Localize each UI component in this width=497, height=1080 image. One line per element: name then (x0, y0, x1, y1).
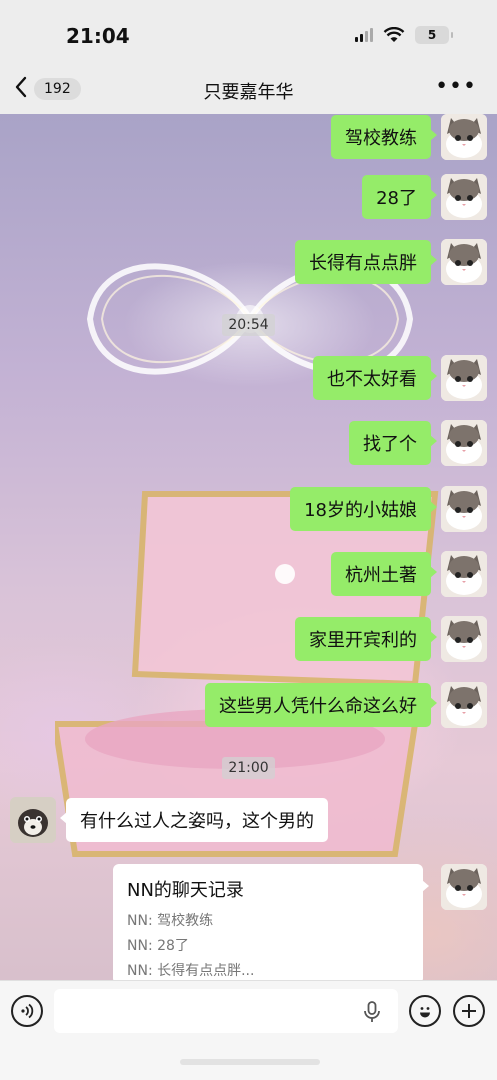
cat-avatar-icon[interactable] (441, 616, 487, 662)
cat-avatar-icon[interactable] (441, 355, 487, 401)
cat-avatar-icon[interactable] (441, 551, 487, 597)
card-line: NN: 驾校教练 (127, 913, 214, 929)
nav-bar: 192 只要嘉年华 ••• (0, 70, 497, 114)
cat-avatar-icon[interactable] (441, 174, 487, 220)
status-time: 21:04 (66, 24, 130, 48)
plus-icon[interactable] (453, 995, 485, 1027)
message-bubble[interactable]: 找了个 (349, 421, 437, 465)
home-indicator (180, 1059, 320, 1065)
timestamp: 20:54 (0, 314, 497, 336)
message-row: 也不太好看 (313, 355, 487, 401)
cat-avatar-icon[interactable] (441, 420, 487, 466)
more-icon[interactable]: ••• (435, 74, 477, 99)
cat-avatar-icon[interactable] (441, 864, 487, 910)
card-line: NN: 28了 (127, 938, 189, 954)
dog-avatar-icon[interactable] (10, 797, 56, 843)
chat-area[interactable]: 驾校教练 28了 长得有点点胖 20:54 也不太好看 找了个 18岁的小姑娘 (0, 114, 497, 980)
message-input[interactable] (54, 989, 398, 1033)
status-icons: 5 (355, 26, 453, 44)
message-row: 28了 (362, 174, 487, 220)
message-bubble[interactable]: 28了 (362, 175, 437, 219)
voice-icon[interactable] (11, 995, 43, 1027)
card-title: NN的聊天记录 (127, 880, 244, 901)
message-row: 这些男人凭什么命这么好 (205, 682, 487, 728)
chat-title: 只要嘉年华 (203, 82, 294, 103)
message-bubble[interactable]: 家里开宾利的 (295, 617, 437, 661)
message-row: 找了个 (349, 420, 487, 466)
battery-icon: 5 (415, 26, 453, 44)
message-bubble[interactable]: 驾校教练 (331, 115, 437, 159)
chat-history-card[interactable]: NN的聊天记录 NN: 驾校教练 NN: 28了 NN: 长得有点点胖... (113, 864, 429, 980)
cat-avatar-icon[interactable] (441, 114, 487, 160)
message-bubble[interactable]: 长得有点点胖 (295, 240, 437, 284)
mic-icon[interactable] (362, 1001, 382, 1023)
status-bar: 21:04 5 (0, 0, 497, 70)
input-bar (0, 980, 497, 1080)
message-bubble[interactable]: 18岁的小姑娘 (290, 487, 437, 531)
message-row: 长得有点点胖 (295, 239, 487, 285)
message-bubble[interactable]: 杭州土著 (331, 552, 437, 596)
timestamp: 21:00 (0, 757, 497, 779)
incoming-message-row: 有什么过人之姿吗，这个男的 (10, 797, 328, 843)
emoji-icon[interactable] (409, 995, 441, 1027)
message-row: 驾校教练 (331, 114, 487, 160)
message-bubble[interactable]: 这些男人凭什么命这么好 (205, 683, 437, 727)
cat-avatar-icon[interactable] (441, 682, 487, 728)
cat-avatar-icon[interactable] (441, 239, 487, 285)
signal-icon (355, 28, 373, 42)
card-line: NN: 长得有点点胖... (127, 963, 255, 979)
cat-avatar-icon[interactable] (441, 486, 487, 532)
message-row: 家里开宾利的 (295, 616, 487, 662)
message-row: 杭州土著 (331, 551, 487, 597)
wifi-icon (383, 27, 405, 42)
incoming-message-bubble[interactable]: 有什么过人之姿吗，这个男的 (60, 798, 328, 842)
message-bubble[interactable]: 也不太好看 (313, 356, 437, 400)
message-row: 18岁的小姑娘 (290, 486, 487, 532)
